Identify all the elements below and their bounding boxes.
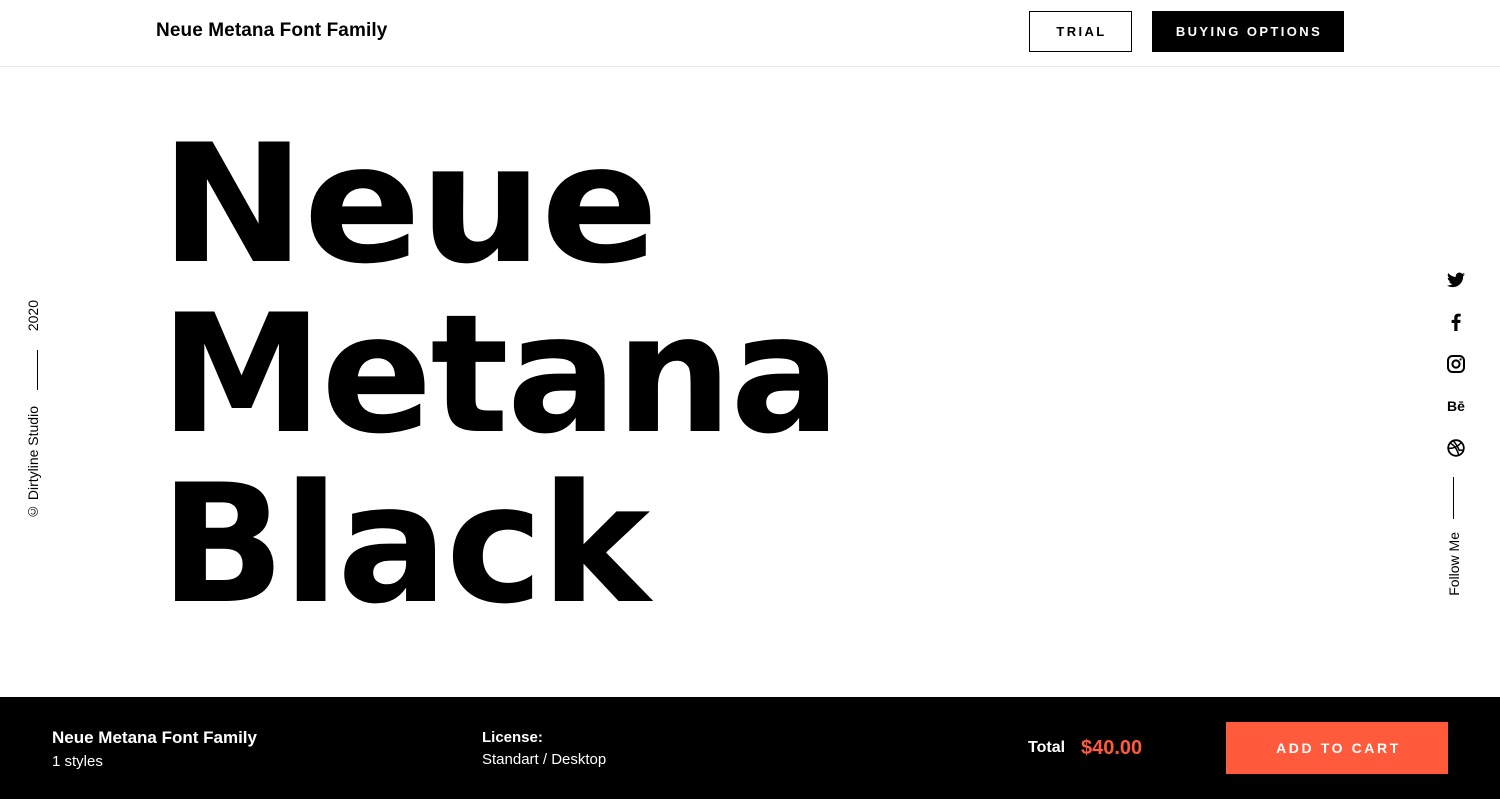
hero-line-1: Neue [160,109,659,300]
product-styles-count: 1 styles [52,753,103,770]
hero-line-3: Black [160,449,650,640]
follow-me-label: Follow Me [1446,532,1462,596]
twitter-icon[interactable] [1440,268,1472,292]
total-label: Total [1028,739,1066,756]
site-header: Neue Metana Font Family TRIAL BUYING OPT… [0,0,1500,67]
instagram-icon[interactable] [1440,352,1472,376]
copyright-label: © Dirtyline Studio [25,406,41,521]
license-value[interactable]: Standart / Desktop [482,751,606,768]
dribbble-icon[interactable] [1440,436,1472,460]
add-to-cart-button[interactable]: ADD TO CART [1226,722,1448,774]
facebook-icon[interactable] [1440,310,1472,334]
right-divider [1453,477,1454,519]
purchase-bar: Neue Metana Font Family 1 styles License… [0,697,1500,799]
trial-button[interactable]: TRIAL [1029,11,1132,52]
social-links: Bē [1440,268,1472,478]
buying-options-button[interactable]: BUYING OPTIONS [1152,11,1344,52]
total-price: $40.00 [1081,737,1143,759]
behance-icon[interactable]: Bē [1440,394,1472,418]
hero-specimen: Neue Metana Black [160,120,1160,630]
license-label: License: [482,729,543,746]
year-label: 2020 [25,300,41,332]
left-divider [37,350,38,390]
product-title: Neue Metana Font Family [52,728,257,747]
brand-title[interactable]: Neue Metana Font Family [156,20,387,42]
hero-line-2: Metana [160,279,841,470]
